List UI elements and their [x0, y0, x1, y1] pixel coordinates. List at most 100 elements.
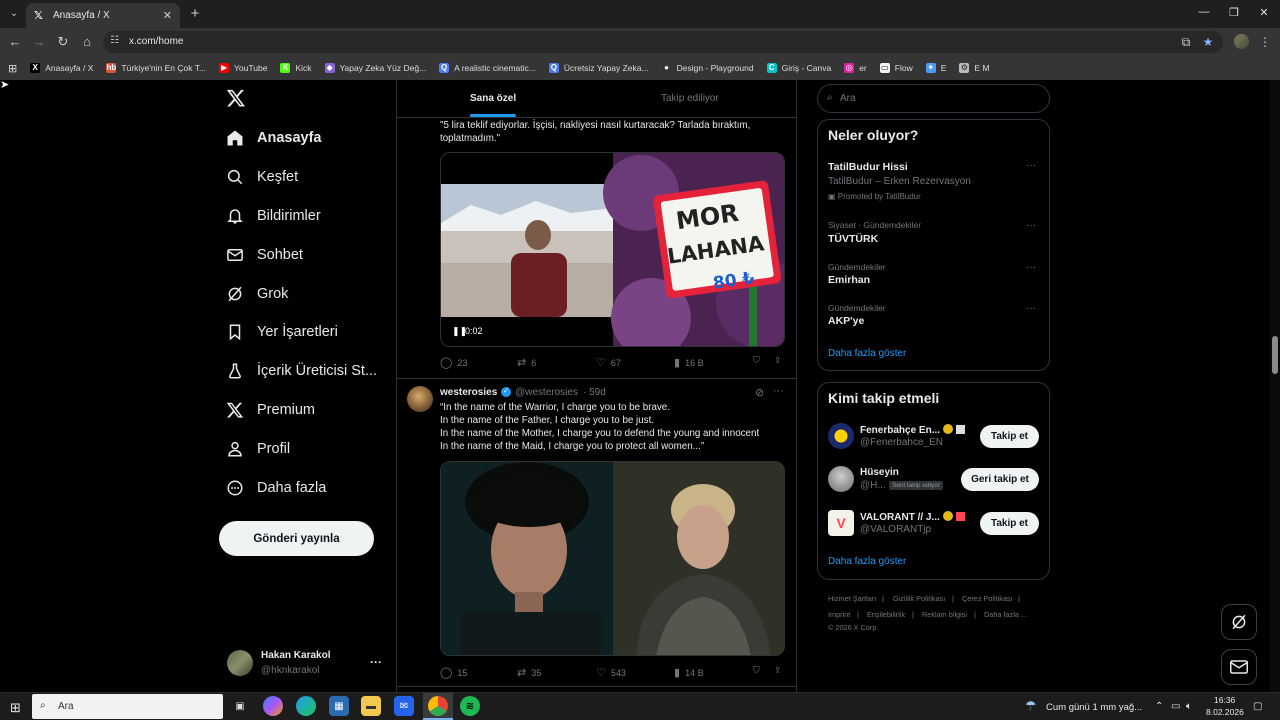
tweet2-author-name[interactable]: westerosies	[440, 387, 497, 398]
trend-more-icon[interactable]: ···	[1026, 303, 1036, 314]
copilot-icon[interactable]	[263, 696, 283, 716]
browser-profile-avatar[interactable]	[1234, 34, 1249, 49]
reply-action[interactable]: ◯ 23	[440, 356, 467, 369]
tab-search-chevron-icon[interactable]: ⌄	[4, 4, 24, 24]
file-explorer-icon[interactable]: ▬	[361, 696, 381, 716]
new-tab-icon[interactable]: +	[186, 5, 204, 22]
sidebar-item-profil[interactable]: Profil	[226, 437, 290, 461]
follow-button[interactable]: Takip et	[980, 512, 1039, 535]
trends-show-more[interactable]: Daha fazla göster	[828, 348, 906, 359]
footer-link[interactable]: Imprint	[828, 610, 850, 619]
account-more-icon[interactable]: ···	[370, 655, 382, 669]
window-close-icon[interactable]: ✕	[1256, 6, 1272, 19]
minimize-icon[interactable]: —	[1196, 6, 1212, 18]
tray-chevron-icon[interactable]: ⌃	[1155, 701, 1163, 712]
weather-icon[interactable]: ☂	[1025, 698, 1037, 714]
back-icon[interactable]: ←	[7, 34, 23, 50]
browser-tab[interactable]: 𝕏 Anasayfa / X ✕	[26, 3, 180, 28]
tweet2-handle[interactable]: @westerosies	[515, 387, 578, 398]
share-icon[interactable]: ⇪	[774, 355, 782, 366]
sidebar-item-sohbet[interactable]: Sohbet	[226, 243, 303, 267]
follow-back-button[interactable]: Geri takip et	[961, 468, 1039, 491]
footer-link[interactable]: Erişilebilirlik	[867, 610, 905, 619]
tweet2-age[interactable]: · 59d	[583, 387, 606, 398]
sidebar-item-grok[interactable]: Grok	[226, 282, 288, 306]
like-action[interactable]: ♡ 67	[596, 356, 621, 369]
clock-date[interactable]: 8.02.2026	[1206, 707, 1244, 717]
tab-close-icon[interactable]: ✕	[163, 9, 172, 22]
bookmark-item[interactable]: ● Design - Playground	[661, 63, 754, 73]
bookmark-item[interactable]: ▶ YouTube	[219, 63, 267, 73]
footer-link[interactable]: Reklam bilgisi	[922, 610, 967, 619]
suggested-user-name[interactable]: Fenerbahçe En...	[860, 424, 966, 436]
task-view-icon[interactable]: ▣	[230, 696, 250, 716]
bookmark-item[interactable]: C Giriş - Canva	[766, 63, 831, 73]
sidebar-item-bildirimler[interactable]: Bildirimler	[226, 204, 321, 228]
share-icon[interactable]: ⇪	[774, 665, 782, 676]
url-text[interactable]: x.com/home	[129, 36, 183, 47]
valorant-logo-icon[interactable]: V	[828, 510, 854, 536]
suggested-user-avatar[interactable]	[828, 423, 854, 449]
bookmark-item[interactable]: ✦ E	[925, 63, 946, 73]
bookmark-item[interactable]: X Anasayfa / X	[30, 63, 93, 73]
apps-grid-icon[interactable]: ⊞	[8, 62, 17, 75]
follow-button[interactable]: Takip et	[980, 425, 1039, 448]
like-action[interactable]: ♡ 543	[596, 666, 626, 679]
views-action[interactable]: ▮ 14 B	[674, 666, 704, 679]
footer-link[interactable]: Çerez Politikası	[962, 594, 1013, 603]
sidebar-item-i-çerik-üreticisi-st[interactable]: İçerik Üreticisi St...	[226, 359, 377, 383]
wtf-show-more[interactable]: Daha fazla göster	[828, 556, 906, 567]
chrome-icon[interactable]	[428, 696, 448, 716]
reload-icon[interactable]: ↻	[55, 34, 71, 50]
mail-app-icon[interactable]: ✉	[394, 696, 414, 716]
bookmark-item[interactable]: ⚙ E M	[959, 63, 990, 73]
taskbar-search-placeholder[interactable]: Ara	[58, 701, 74, 712]
suggested-user-name[interactable]: Hüseyin	[860, 467, 899, 478]
store-icon[interactable]: ▦	[329, 696, 349, 716]
tab-for-you[interactable]: Sana özel	[470, 93, 516, 104]
scrollbar-thumb[interactable]	[1272, 336, 1278, 374]
sidebar-item-anasayfa[interactable]: Anasayfa	[226, 126, 321, 150]
install-app-icon[interactable]: ⧉	[1179, 35, 1193, 50]
edge-icon[interactable]	[296, 696, 316, 716]
repost-action[interactable]: ⇄ 6	[517, 356, 536, 369]
bookmark-item[interactable]: K Kick	[280, 63, 312, 73]
suggested-user-avatar[interactable]	[828, 466, 854, 492]
x-logo-icon[interactable]	[226, 88, 246, 114]
forward-icon[interactable]: →	[31, 34, 47, 50]
sidebar-item-keşfet[interactable]: Keşfet	[226, 165, 298, 189]
suggested-user-handle[interactable]: @Fenerbahce_EN	[860, 437, 943, 448]
repost-action[interactable]: ⇄ 35	[517, 666, 541, 679]
bookmark-item[interactable]: ◎ er	[844, 63, 867, 73]
grok-explain-icon[interactable]: ⊘	[755, 386, 764, 399]
windows-start-icon[interactable]: ⊞	[10, 700, 21, 716]
footer-link[interactable]: Daha fazla ...	[984, 610, 1027, 619]
bookmark-item[interactable]: Q A realistic cinematic...	[439, 63, 536, 73]
post-button[interactable]: Gönderi yayınla	[219, 521, 374, 556]
footer-link[interactable]: Gizlilik Politikası	[893, 594, 945, 603]
trend-name[interactable]: AKP'ye	[828, 315, 864, 327]
volume-icon[interactable]: 🔈︎	[1186, 701, 1192, 712]
browser-menu-icon[interactable]: ⋮	[1258, 35, 1272, 49]
profile-name[interactable]: Hakan Karakol	[261, 650, 330, 661]
footer-link[interactable]: Hizmet Şartları	[828, 594, 876, 603]
trend-more-icon[interactable]: ···	[1026, 160, 1036, 171]
notification-icon[interactable]: ▢	[1253, 701, 1262, 712]
suggested-user-handle[interactable]: @VALORANTjp	[860, 524, 931, 535]
tweet1-video[interactable]: MOR LAHANA 80 ₺ ❚❚ 0:02	[440, 152, 785, 347]
spotify-icon[interactable]: ≋	[460, 696, 480, 716]
suggested-user-name[interactable]: VALORANT // J...	[860, 511, 965, 523]
trend-name[interactable]: TÜVTÜRK	[828, 233, 878, 245]
search-placeholder[interactable]: Ara	[840, 93, 856, 104]
sidebar-item-premium[interactable]: Premium	[226, 398, 315, 422]
tweet2-author-avatar[interactable]	[407, 386, 433, 412]
views-action[interactable]: ▮ 16 B	[674, 356, 704, 369]
bookmark-item[interactable]: Q Ücretsiz Yapay Zeka...	[548, 63, 649, 73]
restore-icon[interactable]: ❐	[1226, 6, 1242, 19]
tweet2-image[interactable]	[440, 461, 785, 656]
site-info-icon[interactable]: ☷	[110, 35, 119, 46]
home-button-icon[interactable]: ⌂	[79, 34, 95, 50]
profile-avatar[interactable]	[227, 650, 253, 676]
bookmark-star-icon[interactable]: ★	[1201, 35, 1215, 49]
grok-fab-icon[interactable]	[1221, 604, 1257, 640]
